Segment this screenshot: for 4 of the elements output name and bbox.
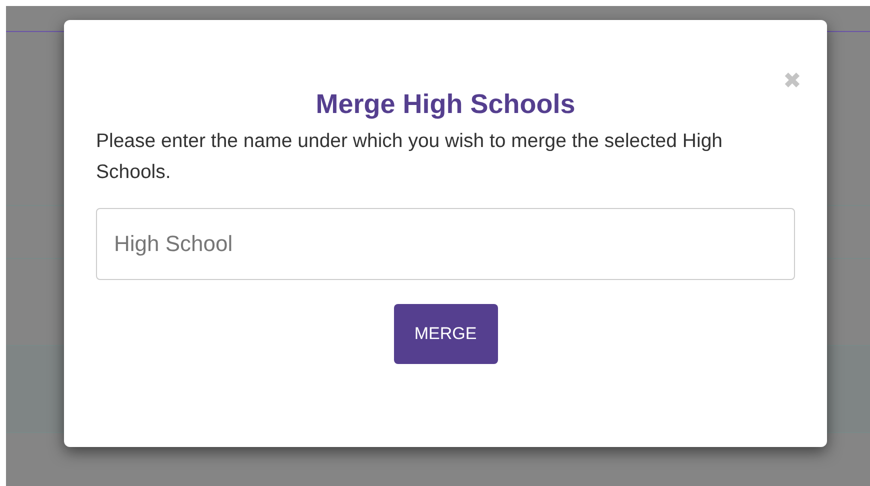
merge-button[interactable]: MERGE — [394, 304, 498, 364]
dialog-message: Please enter the name under which you wish to merge the selected High Schools. — [96, 129, 724, 185]
dialog-title: Merge High Schools — [314, 88, 576, 120]
input-field[interactable]: High School — [96, 208, 795, 280]
